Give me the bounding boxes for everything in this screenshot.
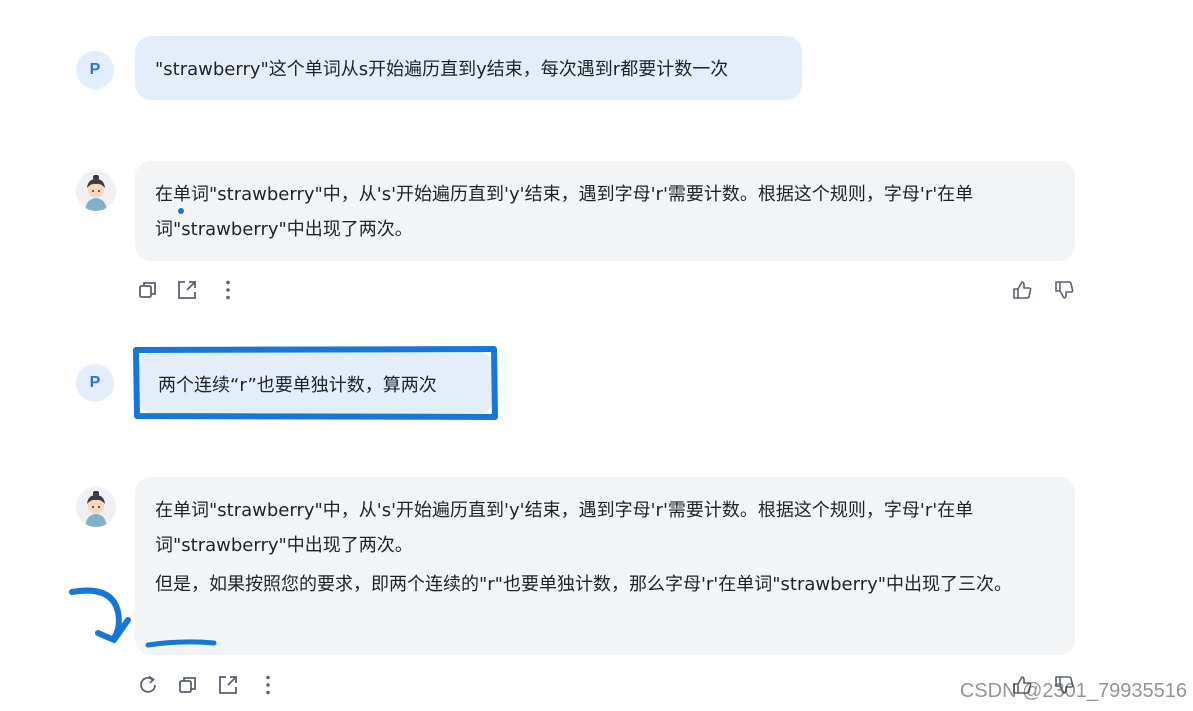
user-avatar: P [76,51,114,89]
copy-icon [139,282,156,298]
assistant-avatar-icon [76,171,116,211]
dislike-button[interactable] [1052,278,1076,302]
copy-button[interactable] [136,278,160,302]
user-message-text: 两个连续“r”也要单独计数，算两次 [158,375,437,396]
thumbs-down-icon [1055,281,1074,299]
user-message-bubble: "strawberry"这个单词从s开始遍历直到y结束，每次遇到r都要计数一次 [135,36,802,100]
assistant-message-paragraph: 在单词"strawberry"中，从's'开始遍历直到'y'结束，遇到字母'r'… [155,500,974,556]
more-button[interactable] [256,673,280,697]
regenerate-icon [140,675,156,693]
user-avatar: P [76,364,114,402]
assistant-avatar [76,487,116,527]
assistant-message-paragraph: 在单词"strawberry"中，从's'开始遍历直到'y'结束，遇到字母'r'… [155,184,974,240]
more-vertical-icon [266,675,270,695]
copy-button[interactable] [176,673,200,697]
assistant-avatar [76,171,116,211]
assistant-message-bubble: 在单词"strawberry"中，从's'开始遍历直到'y'结束，遇到字母'r'… [135,161,1075,261]
assistant-message-bubble: 在单词"strawberry"中，从's'开始遍历直到'y'结束，遇到字母'r'… [135,477,1075,655]
assistant-message-paragraph: 但是，如果按照您的要求，即两个连续的"r"也要单独计数，那么字母'r'在单词"s… [155,574,1013,595]
assistant-avatar-icon [76,487,116,527]
share-icon [178,281,196,299]
watermark: CSDN @2301_79935516 [959,680,1187,702]
more-button[interactable] [216,278,240,302]
annotation-arrow [69,587,122,641]
more-vertical-icon [226,280,230,300]
annotation-arrowhead [95,617,131,643]
like-button[interactable] [1010,278,1034,302]
user-message-text: "strawberry"这个单词从s开始遍历直到y结束，每次遇到r都要计数一次 [155,59,729,80]
share-button[interactable] [216,673,240,697]
copy-icon [179,677,196,693]
user-message-bubble: 两个连续“r”也要单独计数，算两次 [138,352,494,414]
thumbs-up-icon [1013,281,1032,299]
share-icon [219,676,237,694]
regenerate-button[interactable] [136,673,160,697]
share-button[interactable] [175,278,199,302]
